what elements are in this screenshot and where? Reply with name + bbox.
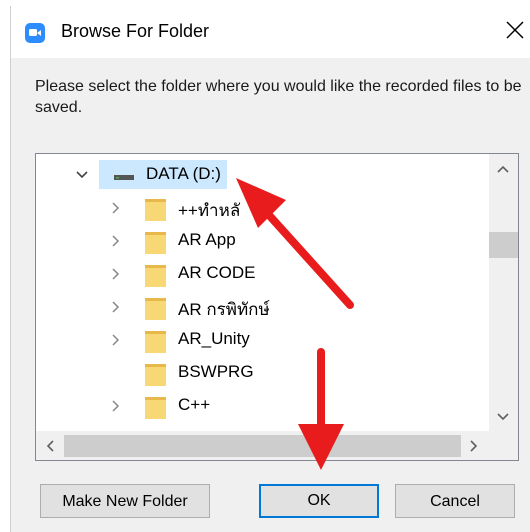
tree-item-label: AR กรพิทักษ์ (178, 300, 270, 319)
chevron-right-icon[interactable] (110, 301, 122, 313)
folder-icon (145, 265, 166, 287)
tree-item-label: ++ทำหลั (178, 201, 241, 220)
tree-item-folder[interactable]: AR_Unity (36, 324, 486, 356)
chevron-down-icon[interactable] (76, 169, 88, 181)
folder-icon (145, 232, 166, 254)
scrollbar-corner (489, 431, 518, 460)
tree-item-folder[interactable]: AR App (36, 225, 486, 257)
vertical-scroll-thumb[interactable] (489, 232, 518, 258)
tree-item-label: C++ (178, 395, 211, 414)
folder-tree[interactable]: DATA (D:) ++ทำหลั AR App AR CODE AR กรพิ… (35, 153, 519, 461)
tree-item-label: AR_Unity (178, 329, 250, 348)
tree-item-label: BSWPRG (178, 362, 254, 381)
tree-item-folder[interactable]: AR CODE (36, 258, 486, 290)
chevron-right-icon[interactable] (110, 268, 122, 280)
tree-item-label: DATA (D:) (146, 164, 221, 183)
tree-item-folder[interactable]: AR กรพิทักษ์ (36, 291, 486, 323)
folder-icon (145, 364, 166, 386)
tree-item-label: AR CODE (178, 263, 256, 282)
tree-item-folder[interactable]: BSWPRG (36, 357, 486, 389)
instruction-text: Please select the folder where you would… (35, 78, 522, 116)
cancel-button[interactable]: Cancel (395, 484, 515, 518)
scroll-right-icon[interactable] (469, 439, 479, 453)
window-title: Browse For Folder (61, 21, 210, 41)
title-bar: Browse For Folder (11, 6, 530, 58)
ok-button[interactable]: OK (259, 484, 379, 518)
vertical-scrollbar[interactable] (489, 154, 518, 431)
tree-item-folder[interactable]: C++ (36, 390, 486, 422)
chevron-right-icon[interactable] (110, 202, 122, 214)
folder-icon (145, 397, 166, 419)
folder-icon (145, 331, 166, 353)
zoom-app-icon (25, 23, 45, 43)
chevron-right-icon[interactable] (110, 334, 122, 346)
folder-icon (145, 298, 166, 320)
browse-for-folder-dialog: Browse For Folder Please select the fold… (10, 6, 530, 532)
tree-item-label: AR App (178, 230, 236, 249)
scroll-down-icon[interactable] (496, 412, 510, 422)
tree-item-folder[interactable]: ++ทำหลั (36, 192, 486, 224)
make-new-folder-button[interactable]: Make New Folder (40, 484, 210, 518)
chevron-right-icon[interactable] (110, 235, 122, 247)
close-icon[interactable] (503, 18, 527, 42)
chevron-right-icon[interactable] (110, 400, 122, 412)
drive-icon (114, 175, 134, 180)
horizontal-scroll-thumb[interactable] (64, 435, 461, 457)
scroll-up-icon[interactable] (496, 164, 510, 174)
scroll-left-icon[interactable] (45, 439, 55, 453)
folder-icon (145, 199, 166, 221)
tree-item-drive[interactable]: DATA (D:) (36, 159, 486, 191)
